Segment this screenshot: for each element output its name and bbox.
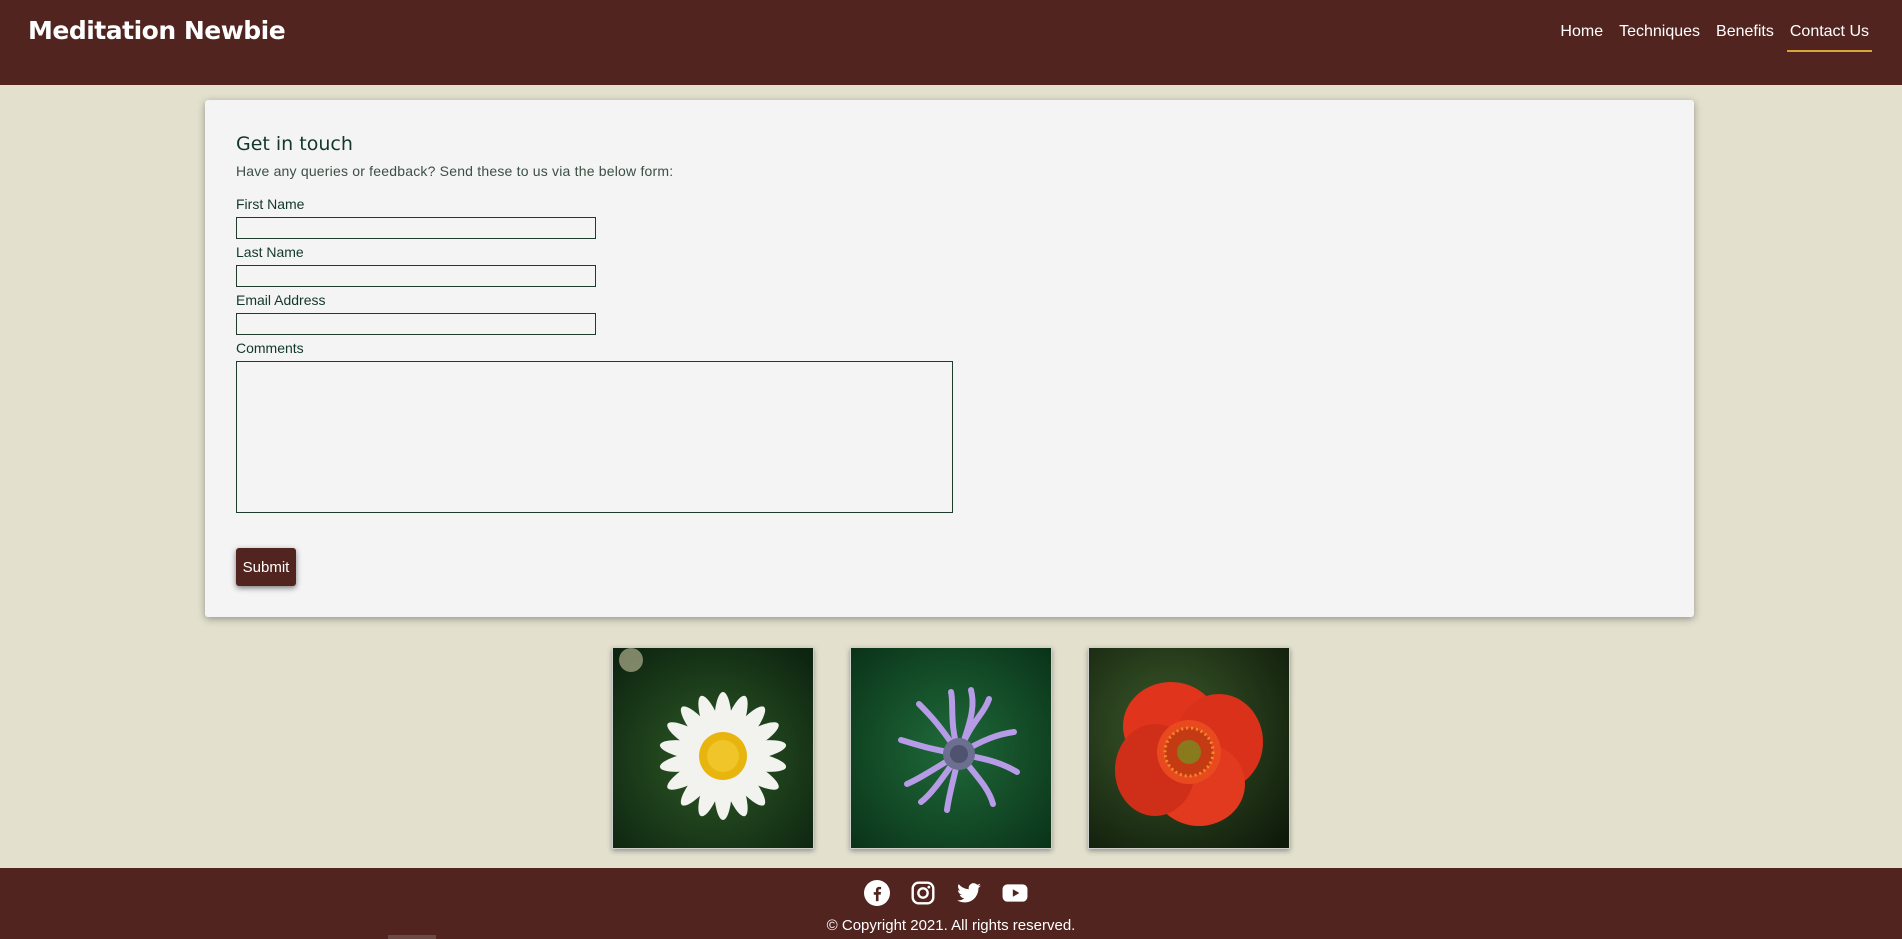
bee-balm-image: [850, 647, 1052, 849]
site-header: Meditation Newbie Home Techniques Benefi…: [0, 0, 1902, 85]
last-name-label: Last Name: [236, 244, 304, 260]
first-name-label: First Name: [236, 196, 305, 212]
instagram-icon[interactable]: [910, 880, 936, 906]
email-input[interactable]: [236, 313, 596, 335]
comments-textarea[interactable]: [236, 361, 953, 513]
facebook-icon[interactable]: [864, 880, 890, 906]
nav-contact-us[interactable]: Contact Us: [1786, 23, 1872, 52]
poppy-image: [1088, 647, 1290, 849]
social-links: [864, 880, 1028, 906]
flower-gallery: [612, 647, 1290, 849]
form-title: Get in touch: [236, 133, 353, 155]
nav-techniques[interactable]: Techniques: [1616, 23, 1703, 52]
nav-benefits[interactable]: Benefits: [1713, 23, 1777, 52]
twitter-icon[interactable]: [956, 880, 982, 906]
nav-home[interactable]: Home: [1557, 23, 1606, 52]
email-label: Email Address: [236, 292, 326, 308]
scrollbar-thumb[interactable]: [388, 935, 436, 939]
form-intro: Have any queries or feedback? Send these…: [236, 163, 674, 179]
comments-label: Comments: [236, 340, 304, 356]
contact-form-card: Get in touch Have any queries or feedbac…: [205, 100, 1694, 617]
youtube-icon[interactable]: [1002, 880, 1028, 906]
site-brand[interactable]: Meditation Newbie: [28, 16, 286, 45]
copyright-text: © Copyright 2021. All rights reserved.: [826, 917, 1076, 934]
daisy-image: [612, 647, 814, 849]
last-name-input[interactable]: [236, 265, 596, 287]
site-footer: © Copyright 2021. All rights reserved.: [0, 868, 1902, 939]
submit-button[interactable]: Submit: [236, 548, 296, 586]
first-name-input[interactable]: [236, 217, 596, 239]
main-nav: Home Techniques Benefits Contact Us: [1557, 23, 1872, 52]
